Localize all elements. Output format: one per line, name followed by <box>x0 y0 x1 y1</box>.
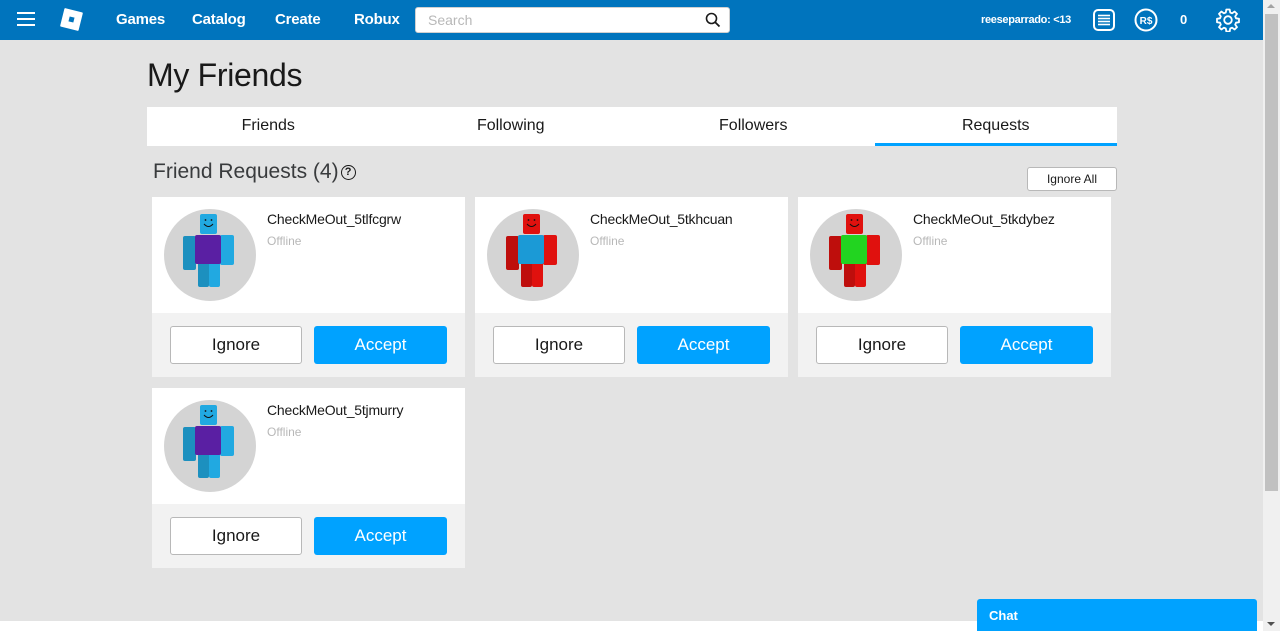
nav-games[interactable]: Games <box>116 11 165 28</box>
tab-friends[interactable]: Friends <box>147 107 390 146</box>
avatar-torso <box>518 235 544 264</box>
presence-status: Offline <box>267 234 302 248</box>
avatar-leg-left <box>198 452 209 478</box>
avatar-head <box>200 405 217 425</box>
friend-request-card: CheckMeOut_5tlfcgrw Offline Ignore Accep… <box>152 197 465 377</box>
avatar[interactable] <box>164 209 256 301</box>
avatar-leg-left <box>198 261 209 287</box>
avatar-leg-right <box>209 261 220 287</box>
avatar-eye <box>204 219 207 221</box>
ignore-button[interactable]: Ignore <box>170 517 302 555</box>
avatar-figure-icon <box>183 214 234 287</box>
avatar-arm-left <box>183 427 196 461</box>
friends-tabs: Friends Following Followers Requests <box>147 107 1117 146</box>
search-icon[interactable] <box>705 12 721 28</box>
avatar-head <box>846 214 863 234</box>
avatar-leg-right <box>209 452 220 478</box>
robux-balance[interactable]: 0 <box>1180 12 1187 27</box>
request-actions: Ignore Accept <box>475 313 788 377</box>
settings-icon[interactable] <box>1216 8 1240 32</box>
presence-status: Offline <box>267 425 302 439</box>
avatar-leg-left <box>521 261 532 287</box>
avatar-eye <box>210 219 213 221</box>
menu-icon[interactable] <box>17 12 35 26</box>
scroll-down-arrow-icon[interactable] <box>1267 622 1275 626</box>
avatar-figure-icon <box>829 214 880 287</box>
section-title: Friend Requests (4) <box>153 160 339 183</box>
avatar-torso <box>841 235 867 264</box>
avatar-arm-right <box>543 235 557 265</box>
avatar-eye <box>533 219 536 221</box>
avatar-arm-left <box>829 236 842 270</box>
username-label[interactable]: reeseparrado: <13 <box>981 14 1071 26</box>
accept-button[interactable]: Accept <box>960 326 1093 364</box>
avatar-leg-left <box>844 261 855 287</box>
ignore-button[interactable]: Ignore <box>816 326 948 364</box>
avatar-arm-right <box>220 235 234 265</box>
ignore-all-button[interactable]: Ignore All <box>1027 167 1117 191</box>
avatar-leg-right <box>532 261 543 287</box>
avatar-eye <box>210 410 213 412</box>
tab-following[interactable]: Following <box>390 107 633 146</box>
avatar-arm-right <box>866 235 880 265</box>
search-box <box>415 7 730 33</box>
avatar[interactable] <box>810 209 902 301</box>
page-title: My Friends <box>147 57 303 93</box>
avatar-eye <box>850 219 853 221</box>
friend-request-card: CheckMeOut_5tkdybez Offline Ignore Accep… <box>798 197 1111 377</box>
scroll-up-arrow-icon[interactable] <box>1267 4 1275 8</box>
nav-robux[interactable]: Robux <box>354 11 400 28</box>
avatar-eye <box>856 219 859 221</box>
avatar[interactable] <box>164 400 256 492</box>
robux-icon[interactable]: R$ <box>1134 8 1158 32</box>
chat-bar[interactable]: Chat <box>977 599 1257 631</box>
avatar-figure-icon <box>183 405 234 478</box>
page-scrollbar[interactable] <box>1263 0 1280 631</box>
section-header: Friend Requests (4)? <box>153 160 356 184</box>
scroll-thumb[interactable] <box>1265 14 1278 491</box>
tab-requests[interactable]: Requests <box>874 107 1118 146</box>
nav-create[interactable]: Create <box>275 11 321 28</box>
top-navigation-bar: Games Catalog Create Robux reeseparrado:… <box>0 0 1263 40</box>
presence-status: Offline <box>913 234 948 248</box>
accept-button[interactable]: Accept <box>314 517 447 555</box>
avatar-arm-left <box>183 236 196 270</box>
avatar-eye <box>204 410 207 412</box>
avatar-torso <box>195 235 221 264</box>
avatar-arm-left <box>506 236 519 270</box>
request-username[interactable]: CheckMeOut_5tlfcgrw <box>267 211 401 227</box>
tab-followers[interactable]: Followers <box>632 107 875 146</box>
avatar-head <box>523 214 540 234</box>
friend-request-card: CheckMeOut_5tkhcuan Offline Ignore Accep… <box>475 197 788 377</box>
ignore-button[interactable]: Ignore <box>170 326 302 364</box>
accept-button[interactable]: Accept <box>637 326 770 364</box>
avatar-torso <box>195 426 221 455</box>
presence-status: Offline <box>590 234 625 248</box>
avatar-leg-right <box>855 261 866 287</box>
avatar[interactable] <box>487 209 579 301</box>
request-username[interactable]: CheckMeOut_5tkhcuan <box>590 211 733 227</box>
request-username[interactable]: CheckMeOut_5tjmurry <box>267 402 403 418</box>
avatar-eye <box>527 219 530 221</box>
request-actions: Ignore Accept <box>152 313 465 377</box>
avatar-head <box>200 214 217 234</box>
help-icon[interactable]: ? <box>340 165 356 180</box>
avatar-arm-right <box>220 426 234 456</box>
nav-catalog[interactable]: Catalog <box>192 11 246 28</box>
avatar-figure-icon <box>506 214 557 287</box>
ignore-button[interactable]: Ignore <box>493 326 625 364</box>
svg-text:R$: R$ <box>1140 16 1153 27</box>
chat-label: Chat <box>989 608 1018 623</box>
request-actions: Ignore Accept <box>152 504 465 568</box>
friend-request-card: CheckMeOut_5tjmurry Offline Ignore Accep… <box>152 388 465 568</box>
roblox-logo[interactable] <box>59 7 84 32</box>
messages-icon[interactable] <box>1092 8 1116 32</box>
request-actions: Ignore Accept <box>798 313 1111 377</box>
accept-button[interactable]: Accept <box>314 326 447 364</box>
search-input[interactable] <box>416 8 686 32</box>
request-username[interactable]: CheckMeOut_5tkdybez <box>913 211 1055 227</box>
